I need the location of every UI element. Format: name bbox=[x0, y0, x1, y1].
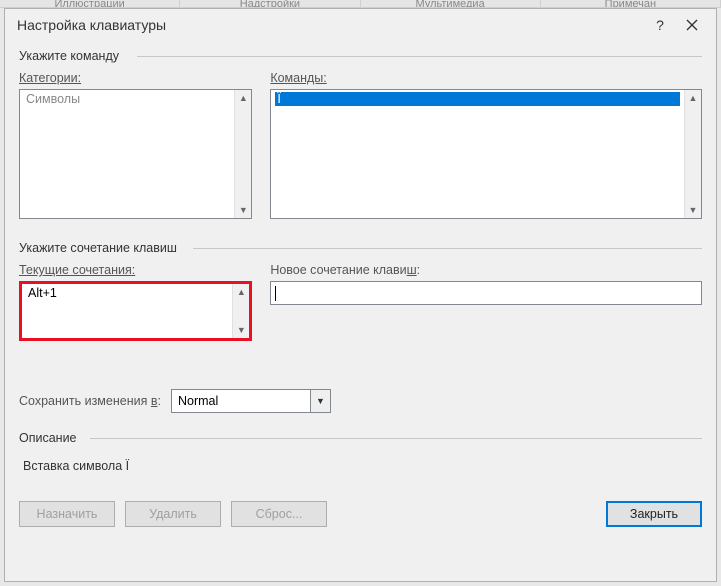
assign-button[interactable]: Назначить bbox=[19, 501, 115, 527]
titlebar: Настройка клавиатуры ? bbox=[5, 9, 716, 41]
description-text: Вставка символа Ї bbox=[19, 453, 702, 473]
current-keys-listbox[interactable]: Alt+1 ▲▼ bbox=[19, 281, 252, 341]
current-keys-label: Текущие сочетания: bbox=[19, 263, 252, 277]
close-icon bbox=[686, 19, 698, 31]
categories-label: Категории: bbox=[19, 71, 252, 85]
chevron-down-icon[interactable]: ▼ bbox=[310, 390, 330, 412]
categories-listbox[interactable]: Символы ▲▼ bbox=[19, 89, 252, 219]
reset-button[interactable]: Сброс... bbox=[231, 501, 327, 527]
list-item[interactable]: Alt+1 bbox=[26, 286, 228, 300]
commands-listbox[interactable]: Ї ▲▼ bbox=[270, 89, 702, 219]
dialog-title: Настройка клавиатуры bbox=[17, 17, 644, 33]
chevron-up-icon[interactable]: ▲ bbox=[233, 284, 249, 300]
ribbon-tab: Надстройки bbox=[180, 0, 360, 7]
ribbon-tab: Мультимедиа bbox=[361, 0, 541, 7]
close-dialog-button[interactable]: Закрыть bbox=[606, 501, 702, 527]
text-cursor bbox=[275, 286, 276, 301]
ribbon-tab: Примечан bbox=[541, 0, 721, 7]
group-description-label: Описание bbox=[19, 431, 702, 445]
save-in-label: Сохранить изменения в: bbox=[19, 394, 161, 408]
keyboard-customize-dialog: Настройка клавиатуры ? Укажите команду К… bbox=[4, 8, 717, 582]
delete-button[interactable]: Удалить bbox=[125, 501, 221, 527]
new-key-label: Новое сочетание клавиш: bbox=[270, 263, 702, 277]
list-item[interactable]: Ї bbox=[275, 92, 680, 106]
close-button[interactable] bbox=[676, 9, 708, 41]
new-key-input[interactable] bbox=[270, 281, 702, 305]
chevron-down-icon[interactable]: ▼ bbox=[235, 202, 251, 218]
group-command-label: Укажите команду bbox=[19, 49, 702, 63]
ribbon-background: Иллюстрации Надстройки Мультимедиа Приме… bbox=[0, 0, 721, 8]
help-button[interactable]: ? bbox=[644, 9, 676, 41]
chevron-up-icon[interactable]: ▲ bbox=[235, 90, 251, 106]
save-in-combo[interactable]: Normal ▼ bbox=[171, 389, 331, 413]
chevron-down-icon[interactable]: ▼ bbox=[685, 202, 701, 218]
chevron-up-icon[interactable]: ▲ bbox=[685, 90, 701, 106]
combo-value: Normal bbox=[172, 390, 310, 412]
group-keys-label: Укажите сочетание клавиш bbox=[19, 241, 702, 255]
scrollbar[interactable]: ▲▼ bbox=[232, 284, 249, 338]
list-item[interactable]: Символы bbox=[24, 92, 230, 106]
ribbon-tab: Иллюстрации bbox=[0, 0, 180, 7]
commands-label: Команды: bbox=[270, 71, 702, 85]
scrollbar[interactable]: ▲▼ bbox=[234, 90, 251, 218]
chevron-down-icon[interactable]: ▼ bbox=[233, 322, 249, 338]
scrollbar[interactable]: ▲▼ bbox=[684, 90, 701, 218]
